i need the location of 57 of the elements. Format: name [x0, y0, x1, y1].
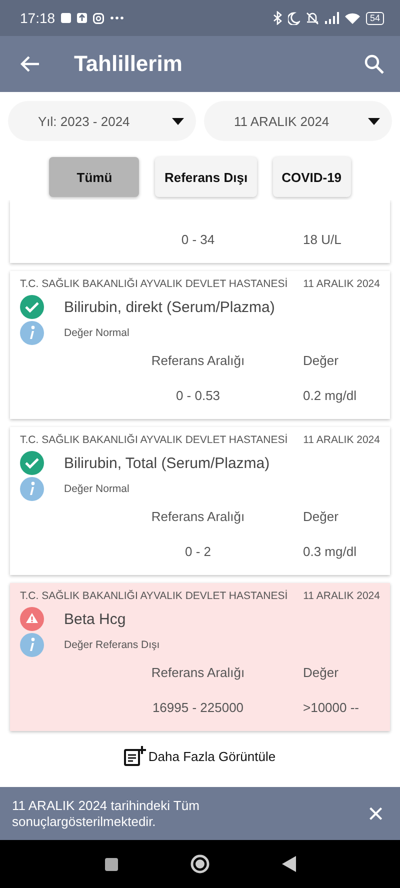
- filter-chip[interactable]: Tümü: [49, 157, 140, 197]
- dropdown[interactable]: 11 ARALIK 2024: [204, 101, 392, 141]
- reference-range: 16995 - 225000: [151, 700, 245, 715]
- result-value: >10000 --: [302, 700, 360, 715]
- moon-icon: [288, 12, 300, 24]
- dropdown-arrow-icon: [368, 118, 380, 124]
- page-title: Tahlillerim: [74, 51, 182, 77]
- result-date: 11 ARALIK 2024: [303, 434, 380, 446]
- value-label: Değer: [302, 353, 340, 368]
- test-name: Bilirubin, Total (Serum/Plazma): [64, 454, 270, 472]
- result-date: 11 ARALIK 2024: [303, 278, 380, 290]
- camera-icon: [93, 12, 104, 24]
- result-note: Değer Normal: [64, 327, 130, 339]
- result-date: 11 ARALIK 2024: [303, 590, 380, 602]
- search-icon[interactable]: [364, 54, 384, 74]
- status-time: 17:18: [20, 10, 56, 26]
- filter-chip[interactable]: Referans Dışı: [155, 157, 257, 197]
- result-value: 0.2 mg/dl: [302, 388, 358, 403]
- add-note-icon: [124, 746, 146, 766]
- filter-chip[interactable]: COVID-19: [272, 157, 351, 197]
- reference-range: 0 - 2: [184, 544, 212, 559]
- range-label: Referans Aralığı: [150, 509, 246, 524]
- home-icon[interactable]: [190, 854, 210, 874]
- back-arrow-icon[interactable]: [20, 55, 40, 73]
- check-icon: [20, 451, 44, 475]
- value-label: Değer: [302, 665, 340, 680]
- result-value: 18 U/L: [302, 232, 342, 247]
- test-name: Beta Hcg: [64, 610, 126, 628]
- more-icon: [110, 16, 124, 20]
- box-icon: [61, 13, 72, 23]
- test-name: Bilirubin, direkt (Serum/Plazma): [64, 298, 275, 316]
- close-button[interactable]: ×: [364, 800, 388, 828]
- recents-icon[interactable]: [104, 858, 118, 870]
- check-icon: [20, 295, 44, 319]
- warning-icon: [20, 607, 44, 631]
- wifi-icon: [344, 12, 360, 24]
- result-value: 0.3 mg/dl: [302, 544, 358, 559]
- dropdown-arrow-icon: [172, 118, 184, 124]
- battery-level: 54: [366, 12, 384, 24]
- hospital-name: T.C. SAĞLIK BAKANLIĞI AYVALIK DEVLET HASTANESİ: [20, 590, 288, 602]
- back-icon[interactable]: [282, 856, 296, 872]
- reference-range: 0 - 0.53: [174, 388, 222, 403]
- dropdown[interactable]: Yıl: 2023 - 2024: [8, 101, 196, 141]
- hospital-name: T.C. SAĞLIK BAKANLIĞI AYVALIK DEVLET HASTANESİ: [20, 434, 288, 446]
- upload-icon: [77, 13, 88, 23]
- range-label: Referans Aralığı: [150, 353, 246, 368]
- result-note: Değer Normal: [64, 483, 130, 495]
- hospital-name: T.C. SAĞLIK BAKANLIĞI AYVALIK DEVLET HASTANESİ: [20, 278, 288, 290]
- view-more-button[interactable]: Daha Fazla Görüntüle: [0, 735, 400, 777]
- value-label: Değer: [302, 509, 340, 524]
- signal-icon: [324, 12, 339, 24]
- bluetooth-icon: [272, 11, 282, 25]
- reference-range: 0 - 34: [180, 232, 216, 247]
- result-note: Değer Referans Dışı: [64, 639, 160, 651]
- snackbar-message: 11 ARALIK 2024 tarihindeki Tüm sonuçlargösterilmektedir.: [12, 798, 200, 830]
- muted-bell-icon: [306, 12, 319, 24]
- range-label: Referans Aralığı: [150, 665, 246, 680]
